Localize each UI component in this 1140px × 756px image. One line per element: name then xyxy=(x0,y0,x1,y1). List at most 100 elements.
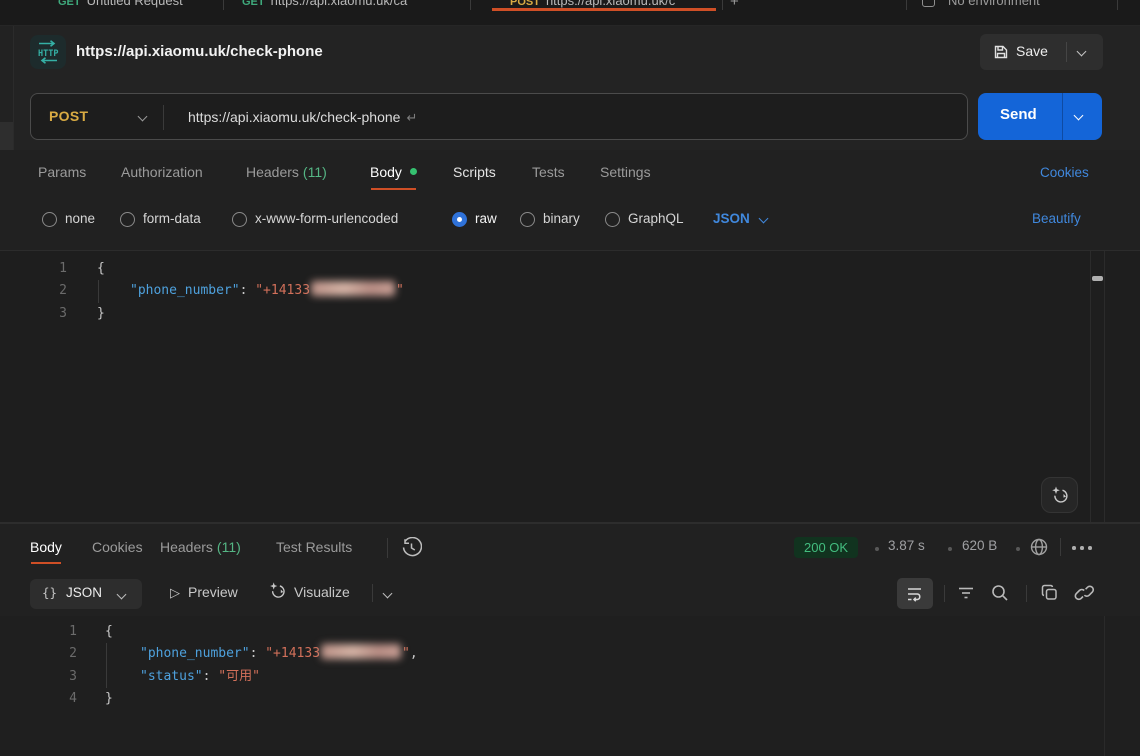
tab-params[interactable]: Params xyxy=(38,164,86,180)
indent-guide xyxy=(106,666,107,688)
save-options-chevron-icon[interactable] xyxy=(1077,47,1087,57)
postman-app: GETUntitled RequestGEThttps://api.xiaomu… xyxy=(0,0,1140,756)
response-format-dropdown[interactable]: {} JSON xyxy=(30,579,142,609)
radio-label[interactable]: binary xyxy=(543,211,580,226)
link-icon[interactable] xyxy=(1074,583,1095,603)
format-chevron-icon[interactable] xyxy=(759,214,769,224)
send-button[interactable]: Send xyxy=(978,93,1102,140)
braces-icon: {} xyxy=(42,585,57,600)
response-tab-test-results[interactable]: Test Results xyxy=(276,539,352,555)
divider xyxy=(1066,42,1067,62)
save-button[interactable]: Save xyxy=(980,34,1103,70)
code-line: 2"phone_number": "+14133", xyxy=(0,643,1140,665)
tab-divider xyxy=(470,0,471,10)
visualize-button[interactable]: Visualize xyxy=(268,581,294,600)
method-dropdown[interactable]: POST xyxy=(49,108,88,124)
tab-label: Body xyxy=(370,164,402,180)
code-token: : xyxy=(250,646,266,661)
divider xyxy=(1060,538,1061,556)
line-number: 3 xyxy=(0,666,77,688)
dot-separator xyxy=(1016,547,1020,551)
preview-button[interactable]: ▷Preview xyxy=(170,584,238,601)
scrollbar-track xyxy=(1090,251,1091,522)
tab-body[interactable]: Body xyxy=(370,164,417,180)
line-number: 3 xyxy=(0,303,67,325)
filter-icon[interactable] xyxy=(956,583,976,603)
radio-raw[interactable] xyxy=(452,212,467,227)
code-content: { xyxy=(97,258,105,280)
dot-separator xyxy=(875,547,879,551)
redacted-text xyxy=(311,281,395,296)
response-tab-cookies[interactable]: Cookies xyxy=(92,539,143,555)
send-options-chevron-icon[interactable] xyxy=(1074,111,1084,121)
send-label: Send xyxy=(1000,106,1037,123)
radio-GraphQL[interactable] xyxy=(605,212,620,227)
network-globe-icon[interactable] xyxy=(1029,537,1049,557)
url-input[interactable]: https://api.xiaomu.uk/check-phone↵ xyxy=(188,109,417,126)
more-options-icon[interactable] xyxy=(1072,546,1092,550)
url-builder: POST https://api.xiaomu.uk/check-phone↵ xyxy=(30,93,968,140)
code-token: : xyxy=(240,283,256,298)
code-content: "phone_number": "+14133" xyxy=(130,280,404,302)
chevron-down-icon xyxy=(117,590,127,600)
code-token: " xyxy=(396,283,404,298)
sparkle-icon xyxy=(268,581,287,600)
indent-guide xyxy=(106,643,107,665)
code-token: "+14133 xyxy=(265,646,320,661)
response-history-icon[interactable] xyxy=(401,537,422,558)
radio-x-www-form-urlencoded[interactable] xyxy=(232,212,247,227)
tab-headers[interactable]: Headers(11) xyxy=(246,164,327,180)
environment-icon xyxy=(922,0,935,7)
line-number: 2 xyxy=(0,643,77,665)
tab-label: Settings xyxy=(600,164,651,180)
scrollbar-track xyxy=(1104,616,1105,756)
tab-tests[interactable]: Tests xyxy=(532,164,565,180)
response-tab-headers[interactable]: Headers(11) xyxy=(160,539,241,555)
radio-none[interactable] xyxy=(42,212,57,227)
workspace-tab[interactable]: POSThttps://api.xiaomu.uk/c xyxy=(492,0,716,26)
tab-scripts[interactable]: Scripts xyxy=(453,164,496,180)
redacted-text xyxy=(321,644,401,659)
code-content: { xyxy=(105,621,113,643)
postbot-sparkle-button[interactable] xyxy=(1041,477,1078,513)
code-line: 1{ xyxy=(0,258,1140,280)
response-format-label: JSON xyxy=(66,585,102,600)
response-body-editor[interactable]: 1{2"phone_number": "+14133",3"status": "… xyxy=(0,616,1140,756)
tab-title: https://api.xiaomu.uk/ca xyxy=(271,0,408,8)
more-views-chevron-icon[interactable] xyxy=(383,589,393,599)
request-tabs: Params Authorization Headers(11) Body Script… xyxy=(0,150,1140,196)
code-token: { xyxy=(97,261,105,276)
tab-label: Cookies xyxy=(92,539,143,555)
divider xyxy=(944,585,945,602)
radio-label[interactable]: form-data xyxy=(143,211,201,226)
radio-label[interactable]: raw xyxy=(475,211,497,226)
radio-label[interactable]: x-www-form-urlencoded xyxy=(255,211,398,226)
wrap-text-toggle[interactable] xyxy=(897,578,933,609)
beautify-link[interactable]: Beautify xyxy=(1032,211,1081,226)
new-tab-button[interactable]: + xyxy=(730,0,739,10)
body-format-dropdown[interactable]: JSON xyxy=(713,211,750,226)
enter-hint-icon: ↵ xyxy=(406,110,417,125)
workspace-tab[interactable]: GETUntitled Request xyxy=(40,0,223,26)
radio-label[interactable]: none xyxy=(65,211,95,226)
response-tabs: BodyCookiesHeaders(11)Test Results 200 O… xyxy=(0,534,1140,571)
code-content: "status": "可用" xyxy=(140,666,260,688)
tab-divider xyxy=(722,0,723,10)
response-tab-body[interactable]: Body xyxy=(30,539,62,555)
workspace-tab[interactable]: GEThttps://api.xiaomu.uk/ca xyxy=(224,0,467,26)
tab-label: Tests xyxy=(532,164,565,180)
radio-label[interactable]: GraphQL xyxy=(628,211,684,226)
search-icon[interactable] xyxy=(990,583,1010,603)
method-chevron-icon[interactable] xyxy=(138,112,148,122)
request-body-editor[interactable]: 1{2"phone_number": "+14133"3} xyxy=(0,250,1140,523)
copy-icon[interactable] xyxy=(1040,583,1060,603)
response-toolbar: {} JSON ▷Preview Visualize xyxy=(0,578,1140,616)
radio-form-data[interactable] xyxy=(120,212,135,227)
radio-binary[interactable] xyxy=(520,212,535,227)
tab-settings[interactable]: Settings xyxy=(600,164,651,180)
scrollbar-thumb[interactable] xyxy=(1092,276,1103,281)
cookies-link[interactable]: Cookies xyxy=(1040,165,1089,180)
tab-label: Scripts xyxy=(453,164,496,180)
code-content: } xyxy=(105,688,113,710)
tab-authorization[interactable]: Authorization xyxy=(121,164,203,180)
